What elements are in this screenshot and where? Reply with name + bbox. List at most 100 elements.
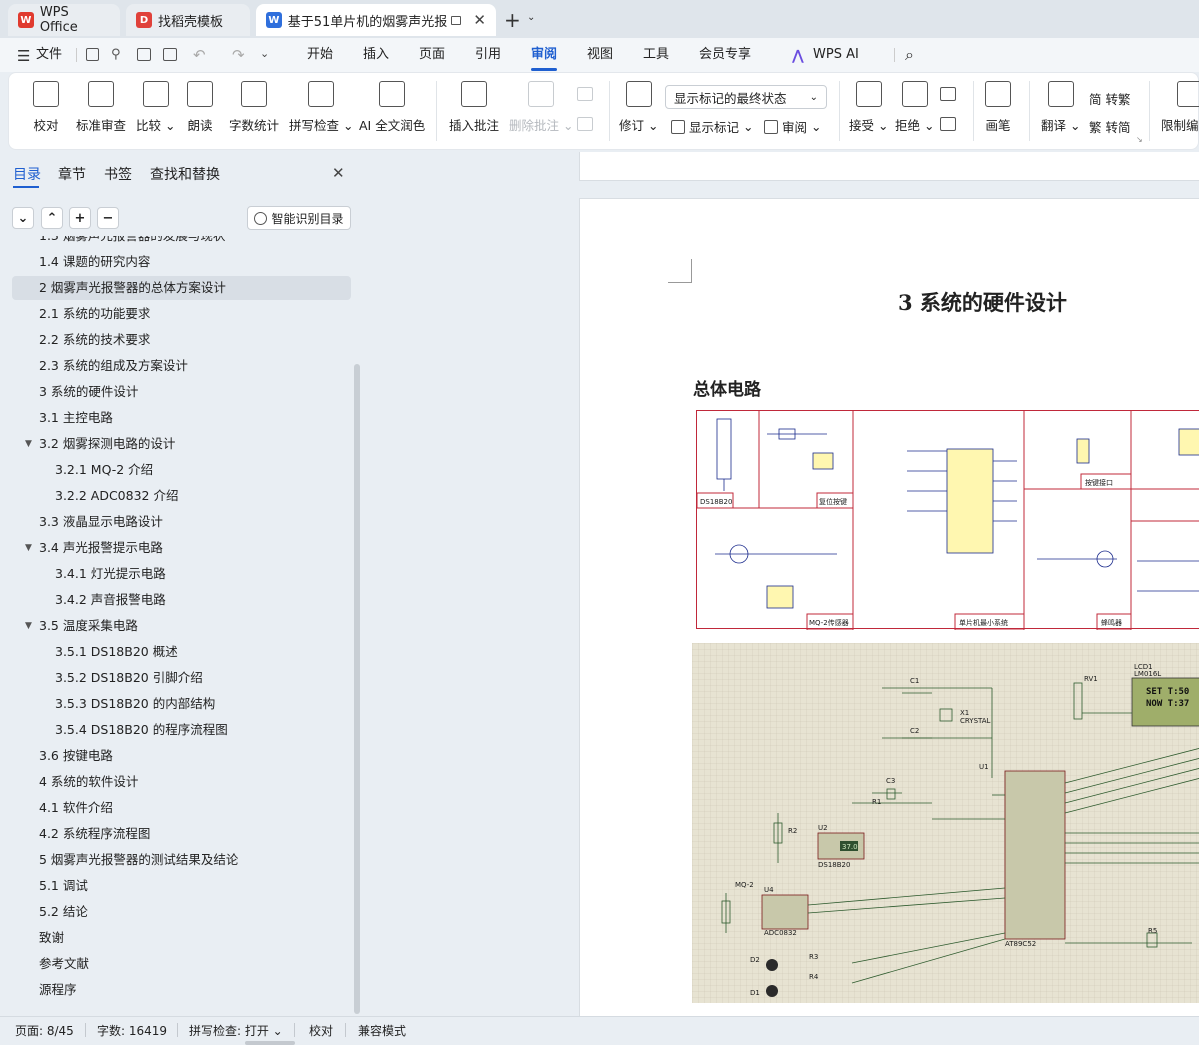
remove-heading-button[interactable]: −: [97, 207, 119, 229]
toc-item[interactable]: 2.1 系统的功能要求: [0, 302, 350, 326]
reject-button[interactable]: 拒绝 ⌄: [895, 81, 934, 134]
prev-change-icon[interactable]: [940, 87, 956, 101]
restrict-edit-button[interactable]: 限制编: [1161, 81, 1199, 134]
toc-item[interactable]: 5.1 调试: [0, 874, 350, 898]
word-count-button[interactable]: 字数统计: [229, 81, 279, 134]
tab-docer[interactable]: D 找稻壳模板: [126, 4, 250, 36]
next-change-icon[interactable]: [940, 117, 956, 131]
toc-item[interactable]: 3.4.1 灯光提示电路: [0, 562, 350, 586]
prev-comment-icon[interactable]: [577, 87, 593, 101]
sidebar-tab-toc[interactable]: 目录: [13, 164, 41, 184]
sidebar-scrollbar[interactable]: [354, 364, 360, 1014]
toc-item[interactable]: 2 烟雾声光报警器的总体方案设计: [12, 276, 351, 300]
toc-item[interactable]: 5.2 结论: [0, 900, 350, 924]
menu-review[interactable]: 审阅: [531, 38, 557, 72]
tab-document[interactable]: W 基于51单片机的烟雾声光报警 ✕: [256, 4, 496, 36]
chevron-down-icon[interactable]: ⌄: [527, 12, 535, 23]
undo-icon[interactable]: ↶: [193, 46, 206, 64]
sidebar-tab-bookmarks[interactable]: 书签: [104, 164, 132, 184]
word-count-indicator[interactable]: 字数: 16419: [97, 1022, 167, 1039]
translate-button[interactable]: 翻译 ⌄: [1041, 81, 1080, 134]
expand-arrow-icon[interactable]: ▼: [25, 432, 32, 456]
search-icon[interactable]: ⌕: [905, 45, 914, 65]
toc-item[interactable]: 3.5.3 DS18B20 的内部结构: [0, 692, 350, 716]
toc-item[interactable]: 4.2 系统程序流程图: [0, 822, 350, 846]
toc-item[interactable]: 源程序: [0, 978, 350, 1002]
add-heading-button[interactable]: +: [69, 207, 91, 229]
delete-comment-button[interactable]: 删除批注 ⌄: [509, 81, 573, 134]
smart-toc-button[interactable]: 智能识别目录: [247, 206, 351, 230]
toc-item[interactable]: 3.5.1 DS18B20 概述: [0, 640, 350, 664]
menu-tools[interactable]: 工具: [643, 38, 669, 72]
toc-item[interactable]: ▼ 3.5 温度采集电路: [0, 614, 350, 638]
link-icon[interactable]: ⚲: [111, 47, 121, 62]
toc-item[interactable]: 4 系统的软件设计: [0, 770, 350, 794]
save-icon[interactable]: [86, 48, 99, 61]
quick-access-more-icon[interactable]: ⌄: [260, 47, 269, 60]
toc-item[interactable]: 1.3 烟雾声光报警器的发展与现状: [0, 236, 350, 248]
toc-item[interactable]: 2.3 系统的组成及方案设计: [0, 354, 350, 378]
sidebar-tab-find-replace[interactable]: 查找和替换: [150, 164, 220, 184]
menu-membership[interactable]: 会员专享: [699, 38, 751, 72]
show-markup-button[interactable]: 显示标记 ⌄: [671, 117, 753, 136]
horizontal-scrollbar[interactable]: [245, 1041, 295, 1045]
compare-button[interactable]: 比较 ⌄: [136, 81, 175, 134]
toc-item[interactable]: 3.3 液晶显示电路设计: [0, 510, 350, 534]
toc-item[interactable]: 3.4.2 声音报警电路: [0, 588, 350, 612]
toc-item[interactable]: 3.2.1 MQ-2 介绍: [0, 458, 350, 482]
close-icon[interactable]: ✕: [473, 11, 486, 29]
accept-button[interactable]: 接受 ⌄: [849, 81, 888, 134]
collapse-all-button[interactable]: ⌄: [12, 207, 34, 229]
menu-wps-ai[interactable]: WPS AI: [813, 38, 859, 72]
std-review-button[interactable]: 标准审查: [76, 81, 126, 134]
menu-view[interactable]: 视图: [587, 38, 613, 72]
display-mode-select[interactable]: 显示标记的最终状态 ⌄: [665, 85, 827, 109]
toc-item[interactable]: ▼ 3.4 声光报警提示电路: [0, 536, 350, 560]
hamburger-icon[interactable]: ☰: [17, 47, 30, 65]
close-icon[interactable]: ✕: [332, 164, 345, 182]
toc-item[interactable]: 3.6 按键电路: [0, 744, 350, 768]
review-pane-button[interactable]: 审阅 ⌄: [764, 117, 821, 136]
insert-comment-button[interactable]: 插入批注: [449, 81, 499, 134]
monitor-icon[interactable]: [450, 15, 462, 25]
toc-item[interactable]: 3.5.4 DS18B20 的程序流程图: [0, 718, 350, 742]
to-traditional-button[interactable]: 简 转繁: [1089, 89, 1130, 108]
sidebar-tab-chapters[interactable]: 章节: [58, 164, 86, 184]
read-aloud-button[interactable]: 朗读: [187, 81, 213, 134]
toc-item[interactable]: 4.1 软件介绍: [0, 796, 350, 820]
toc-item[interactable]: 3.1 主控电路: [0, 406, 350, 430]
revise-button[interactable]: 修订 ⌄: [619, 81, 658, 134]
print-icon[interactable]: [137, 48, 151, 61]
toc-item[interactable]: 致谢: [0, 926, 350, 950]
print-preview-icon[interactable]: [163, 48, 177, 61]
toc-item[interactable]: 参考文献: [0, 952, 350, 976]
toc-item[interactable]: 5 烟雾声光报警器的测试结果及结论: [0, 848, 350, 872]
next-comment-icon[interactable]: [577, 117, 593, 131]
toc-item[interactable]: 3.5.2 DS18B20 引脚介绍: [0, 666, 350, 690]
spell-check-button[interactable]: 拼写检查 ⌄: [289, 81, 353, 134]
redo-icon[interactable]: ↷: [232, 46, 245, 64]
tab-wps-office[interactable]: W WPS Office: [8, 4, 120, 36]
toc-item[interactable]: 2.2 系统的技术要求: [0, 328, 350, 352]
toc-item[interactable]: 3 系统的硬件设计: [0, 380, 350, 404]
toc-item[interactable]: 1.4 课题的研究内容: [0, 250, 350, 274]
menu-file[interactable]: 文件: [36, 38, 62, 72]
proof-indicator[interactable]: 校对: [309, 1022, 333, 1039]
menu-insert[interactable]: 插入: [363, 38, 389, 72]
pen-button[interactable]: 画笔: [985, 81, 1011, 134]
menu-reference[interactable]: 引用: [475, 38, 501, 72]
expand-arrow-icon[interactable]: ▼: [25, 614, 32, 638]
new-tab-icon[interactable]: +: [504, 8, 521, 32]
page-indicator[interactable]: 页面: 8/45: [15, 1022, 74, 1039]
menu-start[interactable]: 开始: [307, 38, 333, 72]
toc-item[interactable]: ▼ 3.2 烟雾探测电路的设计: [0, 432, 350, 456]
ribbon-expand-icon[interactable]: ↘: [1136, 135, 1143, 144]
expand-arrow-icon[interactable]: ▼: [25, 536, 32, 560]
toc-item[interactable]: 3.2.2 ADC0832 介绍: [0, 484, 350, 508]
ai-polish-button[interactable]: AI 全文润色: [359, 81, 425, 134]
expand-up-button[interactable]: ⌃: [41, 207, 63, 229]
menu-page[interactable]: 页面: [419, 38, 445, 72]
spell-check-indicator[interactable]: 拼写检查: 打开 ⌄: [189, 1022, 283, 1039]
proof-button[interactable]: 校对: [33, 81, 59, 134]
to-simplified-button[interactable]: 繁 转简: [1089, 117, 1130, 136]
